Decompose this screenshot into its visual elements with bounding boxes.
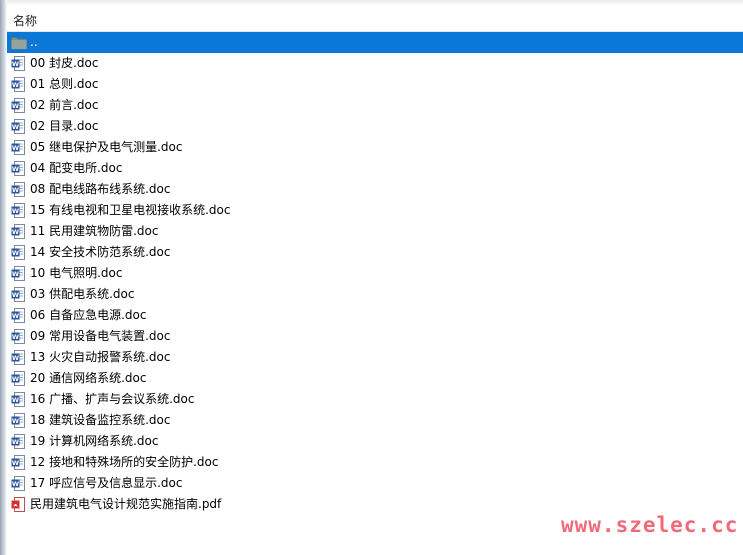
- file-name: 11 民用建筑物防雷.doc: [30, 224, 159, 238]
- svg-text:W: W: [12, 291, 19, 299]
- name-column-header[interactable]: 名称: [13, 12, 37, 29]
- file-name: 17 呼应信号及信息显示.doc: [30, 476, 183, 490]
- window-left-edge: [0, 0, 7, 555]
- column-header-bar: 名称: [7, 6, 743, 32]
- word-doc-icon: W: [11, 98, 25, 113]
- svg-text:W: W: [12, 354, 19, 362]
- word-doc-icon: W: [11, 245, 25, 260]
- file-name: 03 供配电系统.doc: [30, 287, 135, 301]
- file-name: 民用建筑电气设计规范实施指南.pdf: [30, 497, 222, 511]
- word-doc-icon: W: [11, 350, 25, 365]
- file-name: 18 建筑设备监控系统.doc: [30, 413, 171, 427]
- svg-text:W: W: [12, 81, 19, 89]
- file-name: 09 常用设备电气装置.doc: [30, 329, 171, 343]
- file-name: 10 电气照明.doc: [30, 266, 123, 280]
- file-row[interactable]: W 13 火灾自动报警系统.doc: [7, 347, 743, 368]
- svg-text:W: W: [12, 396, 19, 404]
- file-list-window: 名称 .. W 00 封皮.doc W 01 总则.doc W 02 前言.doc W 02 目…: [0, 0, 743, 555]
- file-row[interactable]: W 19 计算机网络系统.doc: [7, 431, 743, 452]
- file-name: 14 安全技术防范系统.doc: [30, 245, 171, 259]
- svg-text:W: W: [12, 207, 19, 215]
- word-doc-icon: W: [11, 203, 25, 218]
- pdf-file-icon: [11, 497, 25, 512]
- svg-text:W: W: [12, 186, 19, 194]
- file-name: 01 总则.doc: [30, 77, 99, 91]
- file-name: 06 自备应急电源.doc: [30, 308, 147, 322]
- word-doc-icon: W: [11, 308, 25, 323]
- file-row[interactable]: W 02 前言.doc: [7, 95, 743, 116]
- word-doc-icon: W: [11, 329, 25, 344]
- svg-text:W: W: [12, 312, 19, 320]
- svg-text:W: W: [12, 480, 19, 488]
- file-name: 00 封皮.doc: [30, 56, 99, 70]
- svg-text:W: W: [12, 438, 19, 446]
- file-row[interactable]: W 02 目录.doc: [7, 116, 743, 137]
- svg-text:W: W: [12, 459, 19, 467]
- file-name: 20 通信网络系统.doc: [30, 371, 147, 385]
- svg-text:W: W: [12, 165, 19, 173]
- svg-text:W: W: [12, 375, 19, 383]
- file-row[interactable]: W 00 封皮.doc: [7, 53, 743, 74]
- file-row[interactable]: W 09 常用设备电气装置.doc: [7, 326, 743, 347]
- svg-text:W: W: [12, 123, 19, 131]
- word-doc-icon: W: [11, 434, 25, 449]
- word-doc-icon: W: [11, 476, 25, 491]
- file-row[interactable]: W 08 配电线路布线系统.doc: [7, 179, 743, 200]
- word-doc-icon: W: [11, 140, 25, 155]
- svg-text:W: W: [12, 60, 19, 68]
- file-name: 15 有线电视和卫星电视接收系统.doc: [30, 203, 231, 217]
- svg-text:W: W: [12, 417, 19, 425]
- svg-text:W: W: [12, 270, 19, 278]
- word-doc-icon: W: [11, 266, 25, 281]
- file-row[interactable]: 民用建筑电气设计规范实施指南.pdf: [7, 494, 743, 515]
- file-row[interactable]: W 11 民用建筑物防雷.doc: [7, 221, 743, 242]
- file-name: 19 计算机网络系统.doc: [30, 434, 159, 448]
- file-list: .. W 00 封皮.doc W 01 总则.doc W 02 前言.doc W 02 目录.d…: [7, 32, 743, 515]
- folder-icon: [11, 35, 27, 50]
- file-row[interactable]: W 04 配变电所.doc: [7, 158, 743, 179]
- word-doc-icon: W: [11, 182, 25, 197]
- file-row[interactable]: W 16 广播、扩声与会议系统.doc: [7, 389, 743, 410]
- file-row[interactable]: W 18 建筑设备监控系统.doc: [7, 410, 743, 431]
- svg-text:W: W: [12, 249, 19, 257]
- file-row[interactable]: W 06 自备应急电源.doc: [7, 305, 743, 326]
- word-doc-icon: W: [11, 371, 25, 386]
- file-name: ..: [30, 35, 38, 49]
- file-row[interactable]: W 17 呼应信号及信息显示.doc: [7, 473, 743, 494]
- file-name: 02 目录.doc: [30, 119, 99, 133]
- file-row[interactable]: W 05 继电保护及电气测量.doc: [7, 137, 743, 158]
- word-doc-icon: W: [11, 77, 25, 92]
- svg-text:W: W: [12, 102, 19, 110]
- file-name: 04 配变电所.doc: [30, 161, 123, 175]
- word-doc-icon: W: [11, 287, 25, 302]
- file-row[interactable]: W 15 有线电视和卫星电视接收系统.doc: [7, 200, 743, 221]
- parent-folder-row[interactable]: ..: [7, 32, 743, 53]
- svg-text:W: W: [12, 228, 19, 236]
- word-doc-icon: W: [11, 392, 25, 407]
- file-name: 05 继电保护及电气测量.doc: [30, 140, 183, 154]
- file-row[interactable]: W 12 接地和特殊场所的安全防护.doc: [7, 452, 743, 473]
- file-name: 16 广播、扩声与会议系统.doc: [30, 392, 195, 406]
- svg-text:W: W: [12, 333, 19, 341]
- word-doc-icon: W: [11, 56, 25, 71]
- file-name: 02 前言.doc: [30, 98, 99, 112]
- word-doc-icon: W: [11, 119, 25, 134]
- word-doc-icon: W: [11, 224, 25, 239]
- file-row[interactable]: W 03 供配电系统.doc: [7, 284, 743, 305]
- file-row[interactable]: W 10 电气照明.doc: [7, 263, 743, 284]
- svg-text:W: W: [12, 144, 19, 152]
- file-name: 13 火灾自动报警系统.doc: [30, 350, 171, 364]
- file-row[interactable]: W 01 总则.doc: [7, 74, 743, 95]
- word-doc-icon: W: [11, 455, 25, 470]
- word-doc-icon: W: [11, 413, 25, 428]
- file-name: 12 接地和特殊场所的安全防护.doc: [30, 455, 219, 469]
- watermark-text: www.szelec.cc: [561, 513, 739, 537]
- word-doc-icon: W: [11, 161, 25, 176]
- file-row[interactable]: W 14 安全技术防范系统.doc: [7, 242, 743, 263]
- file-row[interactable]: W 20 通信网络系统.doc: [7, 368, 743, 389]
- file-name: 08 配电线路布线系统.doc: [30, 182, 171, 196]
